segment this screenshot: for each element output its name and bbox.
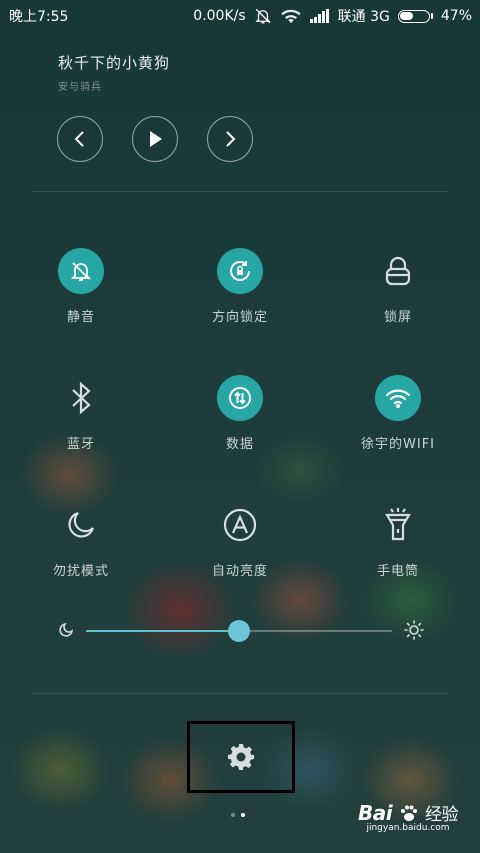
- toggle-label: 锁屏: [383, 310, 412, 325]
- toggle-icon-bg: [217, 502, 263, 548]
- toggle-bluetooth[interactable]: 蓝牙: [11, 375, 151, 452]
- toggle-icon-bg: [58, 248, 104, 294]
- signal-icon: [309, 9, 329, 23]
- music-artist: 安与骑兵: [58, 82, 102, 93]
- toggle-label: 勿扰模式: [52, 564, 109, 579]
- toggle-icon-bg: [217, 248, 263, 294]
- toggle-wifi[interactable]: 徐宇的WIFI: [328, 375, 468, 452]
- status-time: 晚上7:55: [9, 9, 69, 25]
- play-icon: [150, 131, 162, 147]
- network-speed: 0.00K/s: [193, 8, 246, 24]
- divider: [32, 693, 448, 694]
- watermark-brand-cn: 经验: [425, 805, 459, 825]
- toggle-label: 数据: [225, 437, 254, 452]
- toggle-icon-bg: [375, 502, 421, 548]
- toggle-label: 静音: [66, 310, 95, 325]
- slider-track: [86, 620, 392, 642]
- flashlight-icon: [385, 508, 411, 541]
- gear-icon: [228, 744, 254, 770]
- page-indicator: [231, 813, 245, 817]
- toggle-lock-screen[interactable]: 锁屏: [328, 248, 468, 325]
- lock-icon: [385, 256, 411, 286]
- wifi-icon: [385, 389, 411, 409]
- next-track-button[interactable]: [207, 116, 253, 162]
- bell-off-icon: [255, 8, 271, 24]
- music-title: 秋千下的小黄狗: [58, 54, 171, 72]
- settings-button[interactable]: [187, 721, 295, 793]
- battery-icon: [397, 9, 433, 23]
- carrier-label: 联通 3G: [337, 9, 390, 25]
- toggle-flashlight[interactable]: 手电筒: [328, 502, 468, 579]
- toggle-label: 手电筒: [376, 564, 419, 579]
- paw-icon: [400, 805, 417, 821]
- toggle-label: 自动亮度: [211, 564, 268, 579]
- toggle-icon-bg: [217, 375, 263, 421]
- slider-knob[interactable]: [228, 620, 250, 642]
- auto-brightness-icon: [223, 508, 257, 542]
- previous-track-button[interactable]: [57, 116, 103, 162]
- toggle-icon-bg: [375, 375, 421, 421]
- chevron-right-icon: [226, 131, 236, 147]
- toggle-mobile-data[interactable]: 数据: [170, 375, 310, 452]
- watermark-brand: Bai 经验: [357, 800, 459, 825]
- toggle-label: 方向锁定: [211, 310, 268, 325]
- sun-icon: [404, 620, 424, 640]
- toggle-mute[interactable]: 静音: [11, 248, 151, 325]
- toggle-do-not-disturb[interactable]: 勿扰模式: [11, 502, 151, 579]
- baidu-jingyan-watermark: Bai 经验 jingyan.baidu.com: [357, 800, 459, 833]
- page-dot-active: [241, 813, 245, 817]
- bluetooth-icon: [72, 381, 91, 415]
- toggle-icon-bg: [58, 375, 104, 421]
- page-dot: [231, 813, 235, 817]
- watermark-brand-latin: Bai: [357, 801, 393, 825]
- chevron-left-icon: [74, 131, 84, 147]
- bell-off-icon: [70, 262, 92, 281]
- mobile-data-icon: [229, 387, 251, 409]
- toggle-label: 徐宇的WIFI: [361, 437, 435, 452]
- toggle-auto-brightness[interactable]: 自动亮度: [170, 502, 310, 579]
- toggle-icon-bg: [375, 248, 421, 294]
- toggle-icon-bg: [58, 502, 104, 548]
- play-button[interactable]: [132, 116, 178, 162]
- divider: [32, 191, 448, 192]
- toggle-rotation-lock[interactable]: 方向锁定: [170, 248, 310, 325]
- rotation-lock-icon: [230, 261, 250, 281]
- battery-percent: 47%: [440, 8, 472, 24]
- slider-fill: [86, 630, 239, 632]
- moon-icon: [68, 511, 95, 538]
- moon-small-icon: [59, 622, 74, 637]
- wifi-status-icon: [281, 9, 301, 24]
- watermark-url: jingyan.baidu.com: [366, 823, 450, 833]
- status-bar: 晚上7:55 0.00K/s 联通 3G 47%: [0, 0, 480, 32]
- toggle-label: 蓝牙: [66, 437, 95, 452]
- brightness-slider[interactable]: [58, 618, 424, 644]
